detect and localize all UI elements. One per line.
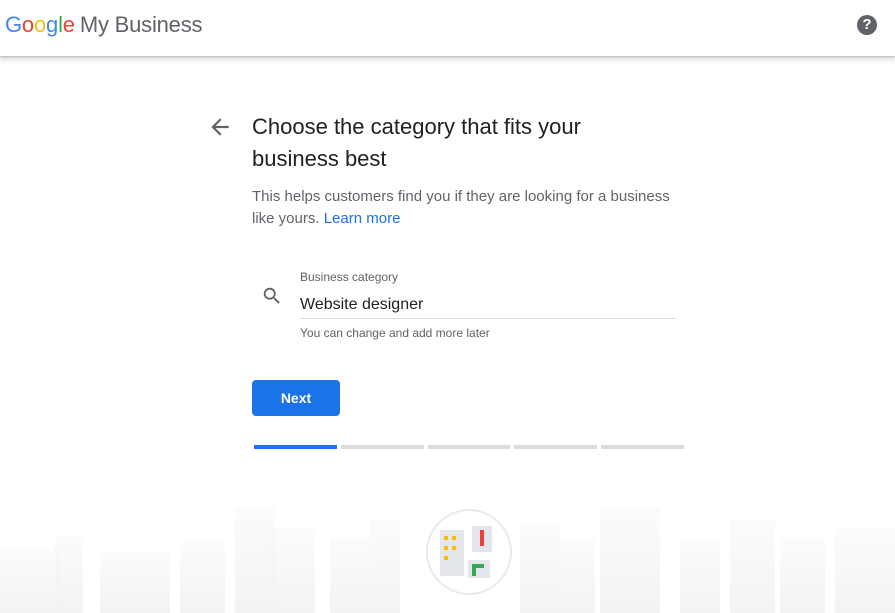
logo-letter: o [33, 12, 47, 37]
business-category-label: Business category [300, 270, 399, 284]
search-icon [261, 285, 283, 307]
google-wordmark: Google [5, 12, 75, 37]
product-name: My Business [79, 12, 203, 37]
progress-step-segment [514, 445, 598, 449]
logo-letter: g [46, 12, 59, 37]
back-button[interactable] [207, 114, 233, 140]
progress-step-segment [340, 445, 424, 449]
help-icon[interactable]: ? [857, 15, 877, 35]
progress-step-segment [427, 445, 511, 449]
top-app-bar: Google My Business ? [0, 0, 895, 56]
logo-letter: e [62, 12, 75, 37]
google-my-business-logo[interactable]: Google My Business [5, 11, 203, 39]
logo-letter: o [21, 12, 34, 37]
arrow-back-icon [211, 118, 229, 136]
progress-step-segment [254, 445, 337, 449]
subtitle-text: This helps customers find you if they ar… [252, 188, 670, 227]
page-title: Choose the category that fits your busin… [252, 114, 581, 171]
step-progress-bar [254, 445, 684, 449]
learn-more-link[interactable]: Learn more [324, 210, 401, 227]
business-category-input[interactable] [300, 292, 676, 319]
next-button[interactable]: Next [252, 380, 340, 416]
logo-letter: G [5, 12, 22, 37]
business-storefront-icon [426, 509, 512, 595]
city-skyline-illustration [0, 508, 895, 613]
field-helper-text: You can change and add more later [300, 326, 490, 340]
progress-step-segment [601, 445, 684, 449]
page-subtitle: This helps customers find you if they ar… [252, 186, 672, 230]
